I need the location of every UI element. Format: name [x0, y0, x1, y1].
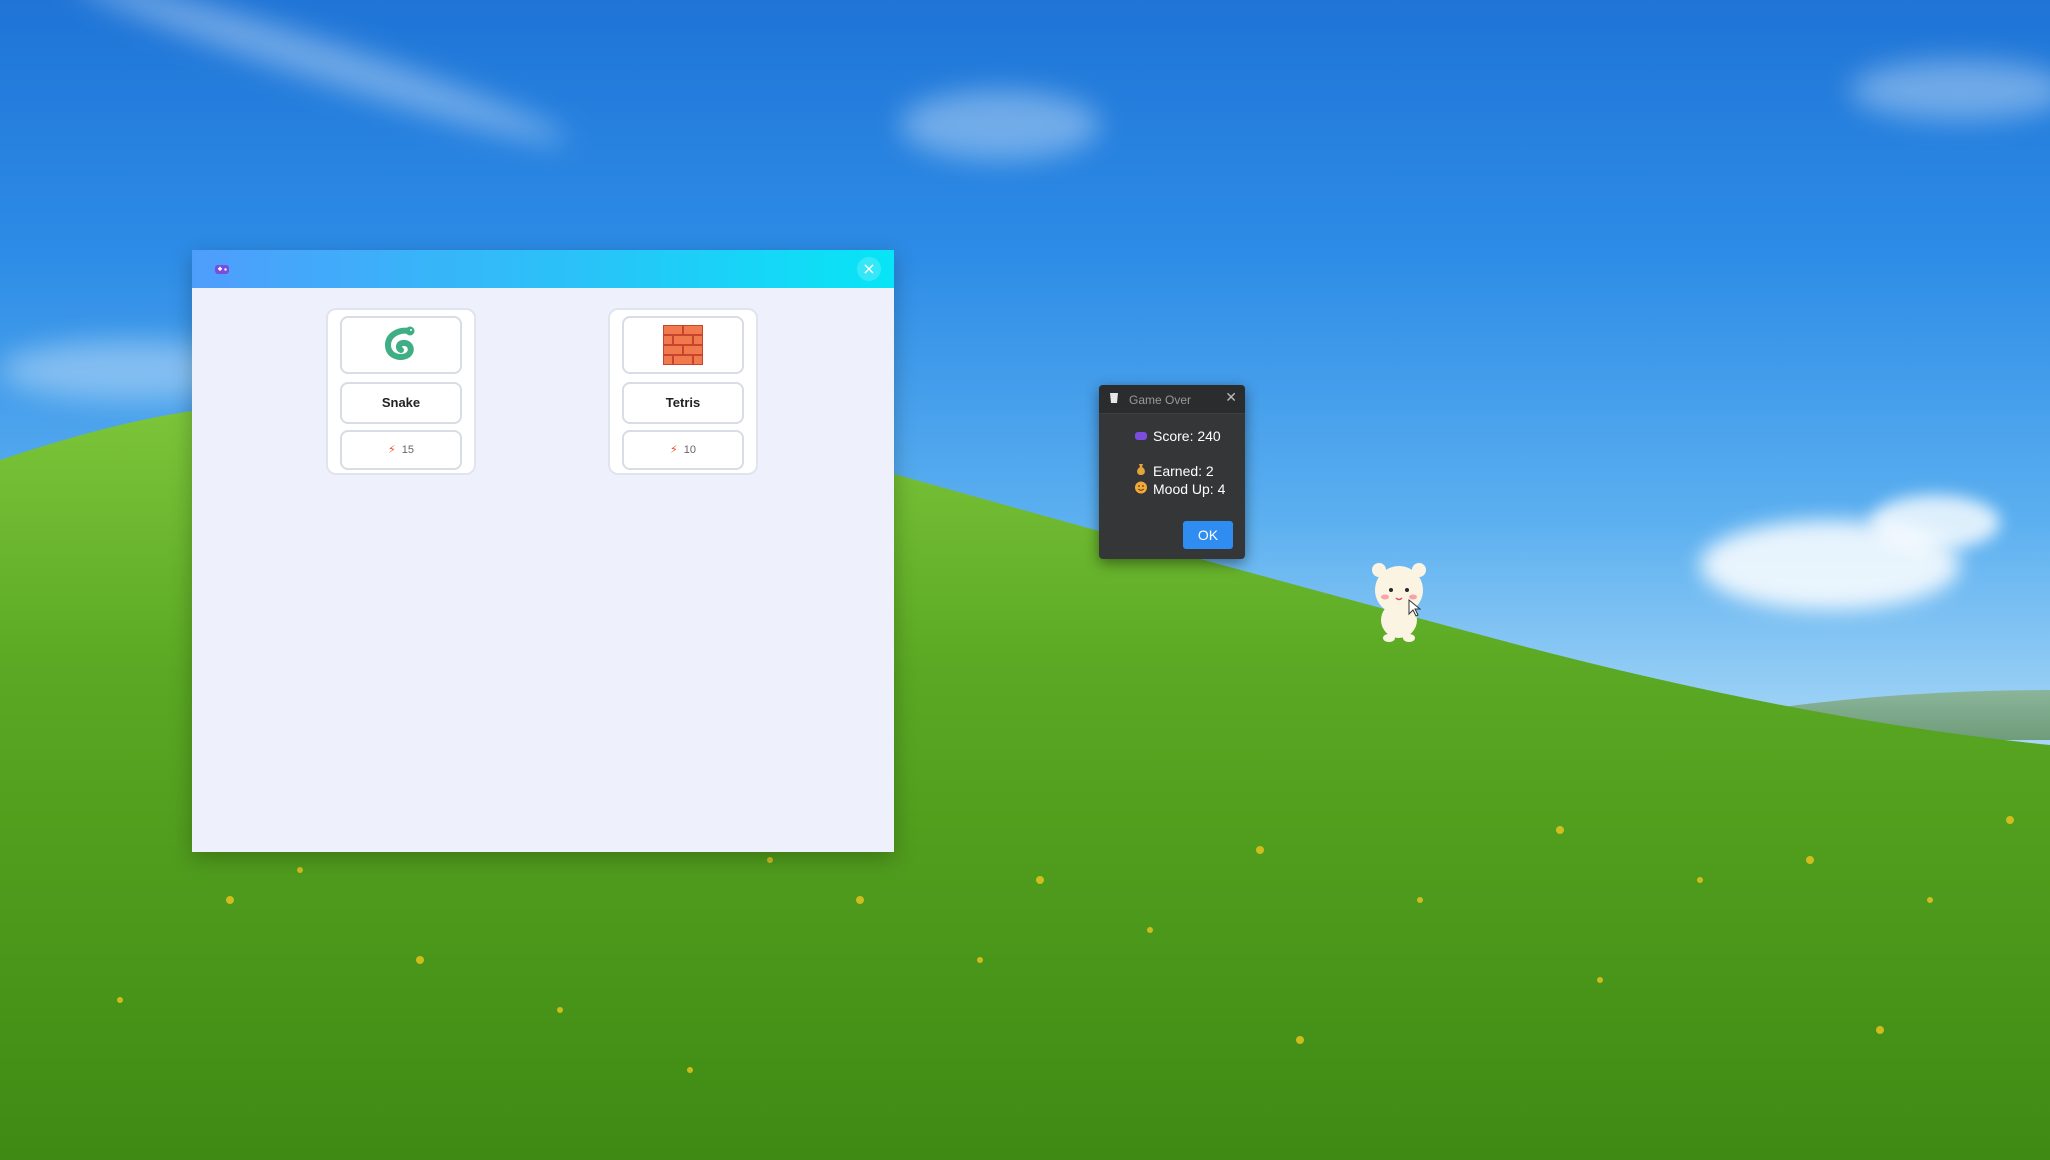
game-cost-value: 10	[683, 444, 696, 456]
gamepad-icon	[1135, 432, 1147, 440]
game-icon-slot[interactable]	[340, 316, 462, 374]
lightning-icon: ⚡	[388, 443, 396, 456]
close-button[interactable]: ✕	[1225, 390, 1237, 406]
money-bag-icon	[1137, 464, 1145, 475]
window-titlebar[interactable]: ×	[192, 250, 894, 288]
brick-wall-icon	[663, 325, 703, 365]
mood-row: Mood Up: 4	[1133, 481, 1225, 497]
game-name[interactable]: Snake	[340, 382, 462, 424]
smiley-face-icon	[1135, 481, 1147, 494]
score-row: Score: 240	[1133, 428, 1221, 444]
game-icon-slot[interactable]	[622, 316, 744, 374]
game-cost[interactable]: ⚡ 15	[340, 430, 462, 470]
game-cost-value: 15	[401, 444, 414, 456]
game-picker-window: × Snake ⚡ 15 Tetris ⚡ 10	[192, 250, 894, 852]
score-text: Score: 240	[1153, 428, 1221, 444]
game-cost[interactable]: ⚡ 10	[622, 430, 744, 470]
game-name[interactable]: Tetris	[622, 382, 744, 424]
game-card-snake[interactable]: Snake ⚡ 15	[326, 308, 476, 475]
cup-icon	[1110, 393, 1118, 403]
bear-pet[interactable]	[1367, 558, 1431, 642]
lightning-icon: ⚡	[670, 443, 678, 456]
game-card-tetris[interactable]: Tetris ⚡ 10	[608, 308, 758, 475]
snake-icon	[384, 326, 415, 360]
game-over-dialog: Game Over ✕ Score: 240 Earned: 2 Mood Up…	[1099, 385, 1245, 559]
earned-row: Earned: 2	[1133, 463, 1214, 479]
mood-text: Mood Up: 4	[1153, 481, 1226, 497]
earned-text: Earned: 2	[1153, 463, 1214, 479]
gamepad-icon	[215, 265, 229, 274]
dialog-title: Game Over	[1129, 393, 1192, 407]
ok-button[interactable]: OK	[1183, 521, 1233, 549]
dialog-titlebar[interactable]: Game Over ✕	[1099, 385, 1245, 414]
close-button[interactable]: ×	[857, 257, 881, 281]
